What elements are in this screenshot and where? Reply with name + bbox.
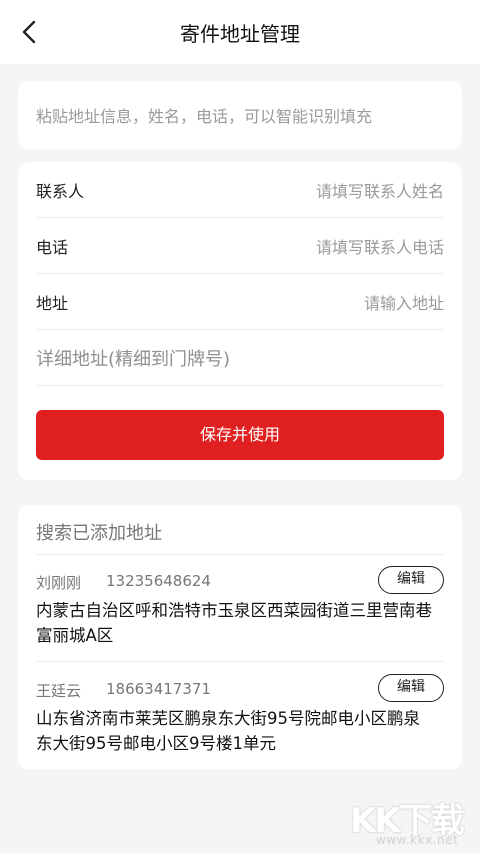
saved-addresses-card: 搜索已添加地址 刘刚刚 13235648624 编辑 内蒙古自治区呼和浩特市玉泉… [18,505,462,769]
smart-paste-placeholder: 粘贴地址信息，姓名，电话，可以智能识别填充 [36,107,373,126]
save-and-use-button[interactable]: 保存并使用 [36,410,444,460]
page-title: 寄件地址管理 [180,22,300,46]
phone-label: 电话 [36,238,69,257]
divider [36,554,444,555]
smart-paste-box[interactable]: 粘贴地址信息，姓名，电话，可以智能识别填充 [18,81,462,149]
contact-phone: 13235648624 [106,572,211,590]
address-text: 内蒙古自治区呼和浩特市玉泉区西菜园街道三里营南巷富丽城A区 [36,601,432,645]
edit-button[interactable]: 编辑 [378,674,444,702]
address-row[interactable]: 地址 请输入地址 [36,274,444,330]
top-bar: 寄件地址管理 [0,0,480,64]
phone-input[interactable]: 请填写联系人电话 [316,234,444,258]
address-form: 联系人 请填写联系人姓名 电话 请填写联系人电话 地址 请输入地址 详细地址(精… [18,162,462,480]
watermark-logo: KK下载 www.kkx.net [350,793,470,849]
detail-address-row[interactable]: 详细地址(精细到门牌号) [36,330,444,386]
search-saved-addresses[interactable]: 搜索已添加地址 [36,519,162,545]
contact-label: 联系人 [36,182,85,201]
contact-name: 刘刚刚 [36,574,82,592]
contact-row[interactable]: 联系人 请填写联系人姓名 [36,162,444,218]
contact-name: 王廷云 [36,682,82,700]
watermark-url: www.kkx.net [376,833,459,847]
phone-row[interactable]: 电话 请填写联系人电话 [36,218,444,274]
edit-button[interactable]: 编辑 [378,566,444,594]
detail-address-input[interactable]: 详细地址(精细到门牌号) [36,345,230,371]
address-label: 地址 [36,294,69,313]
address-text: 山东省济南市莱芜区鹏泉东大街95号院邮电小区鹏泉东大街95号邮电小区9号楼1单元 [36,709,420,753]
divider [36,661,444,662]
contact-phone: 18663417371 [106,680,211,698]
contact-input[interactable]: 请填写联系人姓名 [316,178,444,202]
address-picker[interactable]: 请输入地址 [364,290,444,314]
